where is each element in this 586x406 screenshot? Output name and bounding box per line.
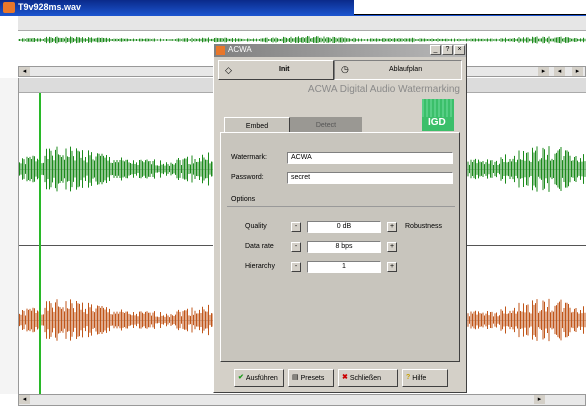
- checkmark-icon: ✔: [238, 374, 244, 381]
- datarate-label: Data rate: [245, 243, 274, 250]
- igd-logo-text: IGD: [428, 117, 446, 128]
- run-button[interactable]: ✔ Ausführen: [234, 369, 284, 387]
- zoom-out-icon[interactable]: ◂: [554, 67, 565, 76]
- scroll-right-icon[interactable]: ▸: [538, 67, 549, 76]
- robustness-label: Robustness: [405, 223, 442, 230]
- diamond-icon: ◇: [225, 65, 232, 75]
- quality-decrease-button[interactable]: -: [291, 222, 301, 232]
- hierarchy-label: Hierarchy: [245, 263, 275, 270]
- window-title: T9v928ms.wav: [18, 2, 82, 12]
- hierarchy-value[interactable]: 1: [307, 261, 381, 273]
- help-button[interactable]: ? Hilfe: [402, 369, 448, 387]
- x-icon: ✖: [342, 374, 348, 381]
- hierarchy-increase-button[interactable]: +: [387, 262, 397, 272]
- run-label: Ausführen: [245, 374, 278, 382]
- quality-value[interactable]: 0 dB: [307, 221, 381, 233]
- zoom-in-icon[interactable]: ▸: [572, 67, 583, 76]
- dialog-title-bar: ACWA _ ? ×: [214, 44, 466, 57]
- tab-detect-label: Detect: [315, 122, 337, 129]
- scroll-left-icon[interactable]: ◂: [19, 395, 30, 404]
- help-label: Hilfe: [412, 374, 427, 382]
- datarate-value[interactable]: 8 bps: [307, 241, 381, 253]
- dialog-title: ACWA: [228, 45, 252, 54]
- close-dialog-button[interactable]: ✖ Schließen: [338, 369, 398, 387]
- scroll-right-icon[interactable]: ▸: [534, 395, 545, 404]
- tab-ablaufplan-label: Ablaufplan: [389, 66, 423, 73]
- menu-area: [354, 0, 586, 15]
- document-icon: ▤: [292, 374, 299, 381]
- app-icon: [216, 46, 225, 55]
- quality-increase-button[interactable]: +: [387, 222, 397, 232]
- dialog-minimize-button[interactable]: _: [430, 45, 441, 55]
- close-label: Schließen: [349, 374, 382, 382]
- options-label: Options: [231, 196, 256, 203]
- embed-panel: Watermark: ACWA Password: secret Options…: [220, 132, 460, 362]
- clock-icon: ◷: [341, 64, 349, 74]
- app-icon: [3, 2, 15, 13]
- presets-label: Presets: [300, 374, 325, 382]
- tab-init-label: Init: [279, 66, 290, 73]
- acwa-dialog: ACWA _ ? × ◇ Init ◷ Ablaufplan ACWA Digi…: [213, 43, 467, 393]
- watermark-label: Watermark:: [231, 154, 267, 161]
- watermark-field[interactable]: ACWA: [287, 152, 453, 164]
- dialog-close-button[interactable]: ×: [454, 45, 465, 55]
- igd-logo: IGD: [422, 99, 454, 131]
- brand-text: ACWA Digital Audio Watermarking: [307, 84, 460, 95]
- amplitude-gutter: [0, 78, 19, 394]
- tab-embed-label: Embed: [245, 123, 269, 130]
- datarate-decrease-button[interactable]: -: [291, 242, 301, 252]
- quality-label: Quality: [245, 223, 267, 230]
- password-field[interactable]: secret: [287, 172, 453, 184]
- overview-ruler: [18, 16, 586, 31]
- datarate-increase-button[interactable]: +: [387, 242, 397, 252]
- tab-ablaufplan[interactable]: ◷ Ablaufplan: [334, 60, 462, 80]
- horizontal-scrollbar-bottom[interactable]: ◂ ▸: [18, 394, 586, 406]
- presets-button[interactable]: ▤ Presets: [288, 369, 334, 387]
- hierarchy-decrease-button[interactable]: -: [291, 262, 301, 272]
- playhead[interactable]: [39, 93, 41, 394]
- tab-init[interactable]: ◇ Init: [218, 60, 334, 80]
- scroll-left-icon[interactable]: ◂: [19, 67, 30, 76]
- password-label: Password:: [231, 174, 264, 181]
- question-icon: ?: [406, 374, 411, 381]
- dialog-help-button[interactable]: ?: [442, 45, 453, 55]
